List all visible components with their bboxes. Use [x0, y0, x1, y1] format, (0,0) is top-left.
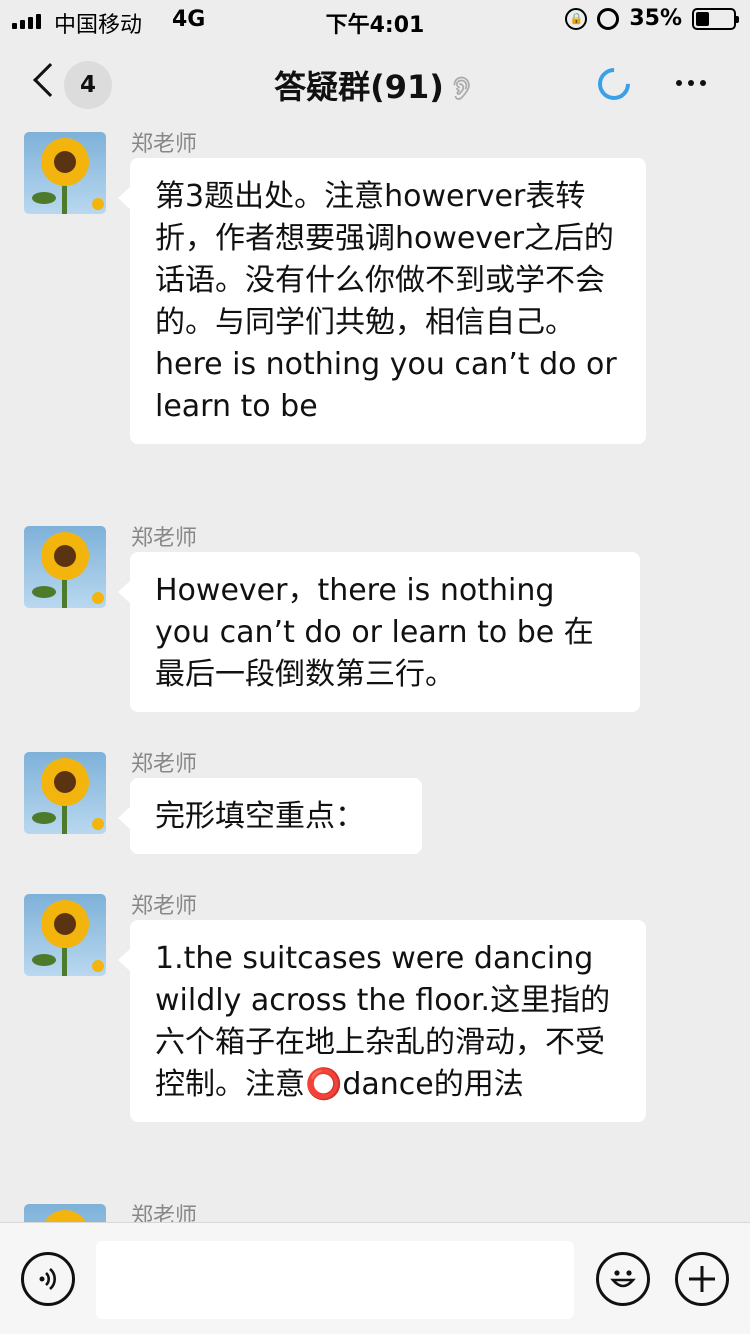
message-bubble[interactable]: 第3题出处。注意howerver表转折，作者想要强调however之后的话语。没… — [118, 158, 646, 444]
plus-icon[interactable] — [675, 1252, 729, 1306]
battery-percent: 35% — [629, 6, 682, 31]
sender-name: 郑老师 — [131, 526, 198, 551]
avatar[interactable] — [24, 894, 106, 976]
chat-title-text: 答疑群(91) — [274, 68, 444, 106]
message-input[interactable] — [96, 1241, 574, 1319]
message-bubble[interactable]: 完形填空重点： — [118, 778, 422, 854]
rotation-lock-icon: 🔒 — [565, 7, 588, 30]
battery-icon — [692, 7, 739, 30]
status-bar: 中国移动 4G 下午4:01 🔒 35% — [0, 0, 750, 40]
avatar[interactable] — [24, 132, 106, 214]
voice-icon[interactable] — [21, 1252, 75, 1306]
avatar[interactable] — [24, 526, 106, 608]
message-bubble[interactable]: 1.the suitcases were dancing wildly acro… — [118, 920, 646, 1122]
sender-name: 郑老师 — [131, 132, 198, 157]
chat-title: 答疑群(91) 👂︎ — [0, 62, 750, 108]
input-bar — [0, 1222, 750, 1334]
sender-name: 郑老师 — [131, 752, 198, 777]
avatar[interactable] — [24, 1204, 106, 1222]
message-bubble[interactable]: However，there is nothing you can’t do or… — [118, 552, 640, 712]
more-icon[interactable] — [676, 80, 706, 86]
sender-name: 郑老师 — [131, 894, 198, 919]
avatar[interactable] — [24, 752, 106, 834]
alarm-icon — [597, 7, 620, 30]
chat-header: 4 答疑群(91) 👂︎ — [0, 40, 750, 128]
mute-icon: 👂︎ — [447, 76, 476, 102]
battery-fill — [696, 11, 709, 26]
message-list[interactable]: 郑老师 第3题出处。注意howerver表转折，作者想要强调however之后的… — [0, 128, 750, 1222]
emoji-icon[interactable] — [596, 1252, 650, 1306]
sender-name: 郑老师 — [131, 1204, 198, 1222]
